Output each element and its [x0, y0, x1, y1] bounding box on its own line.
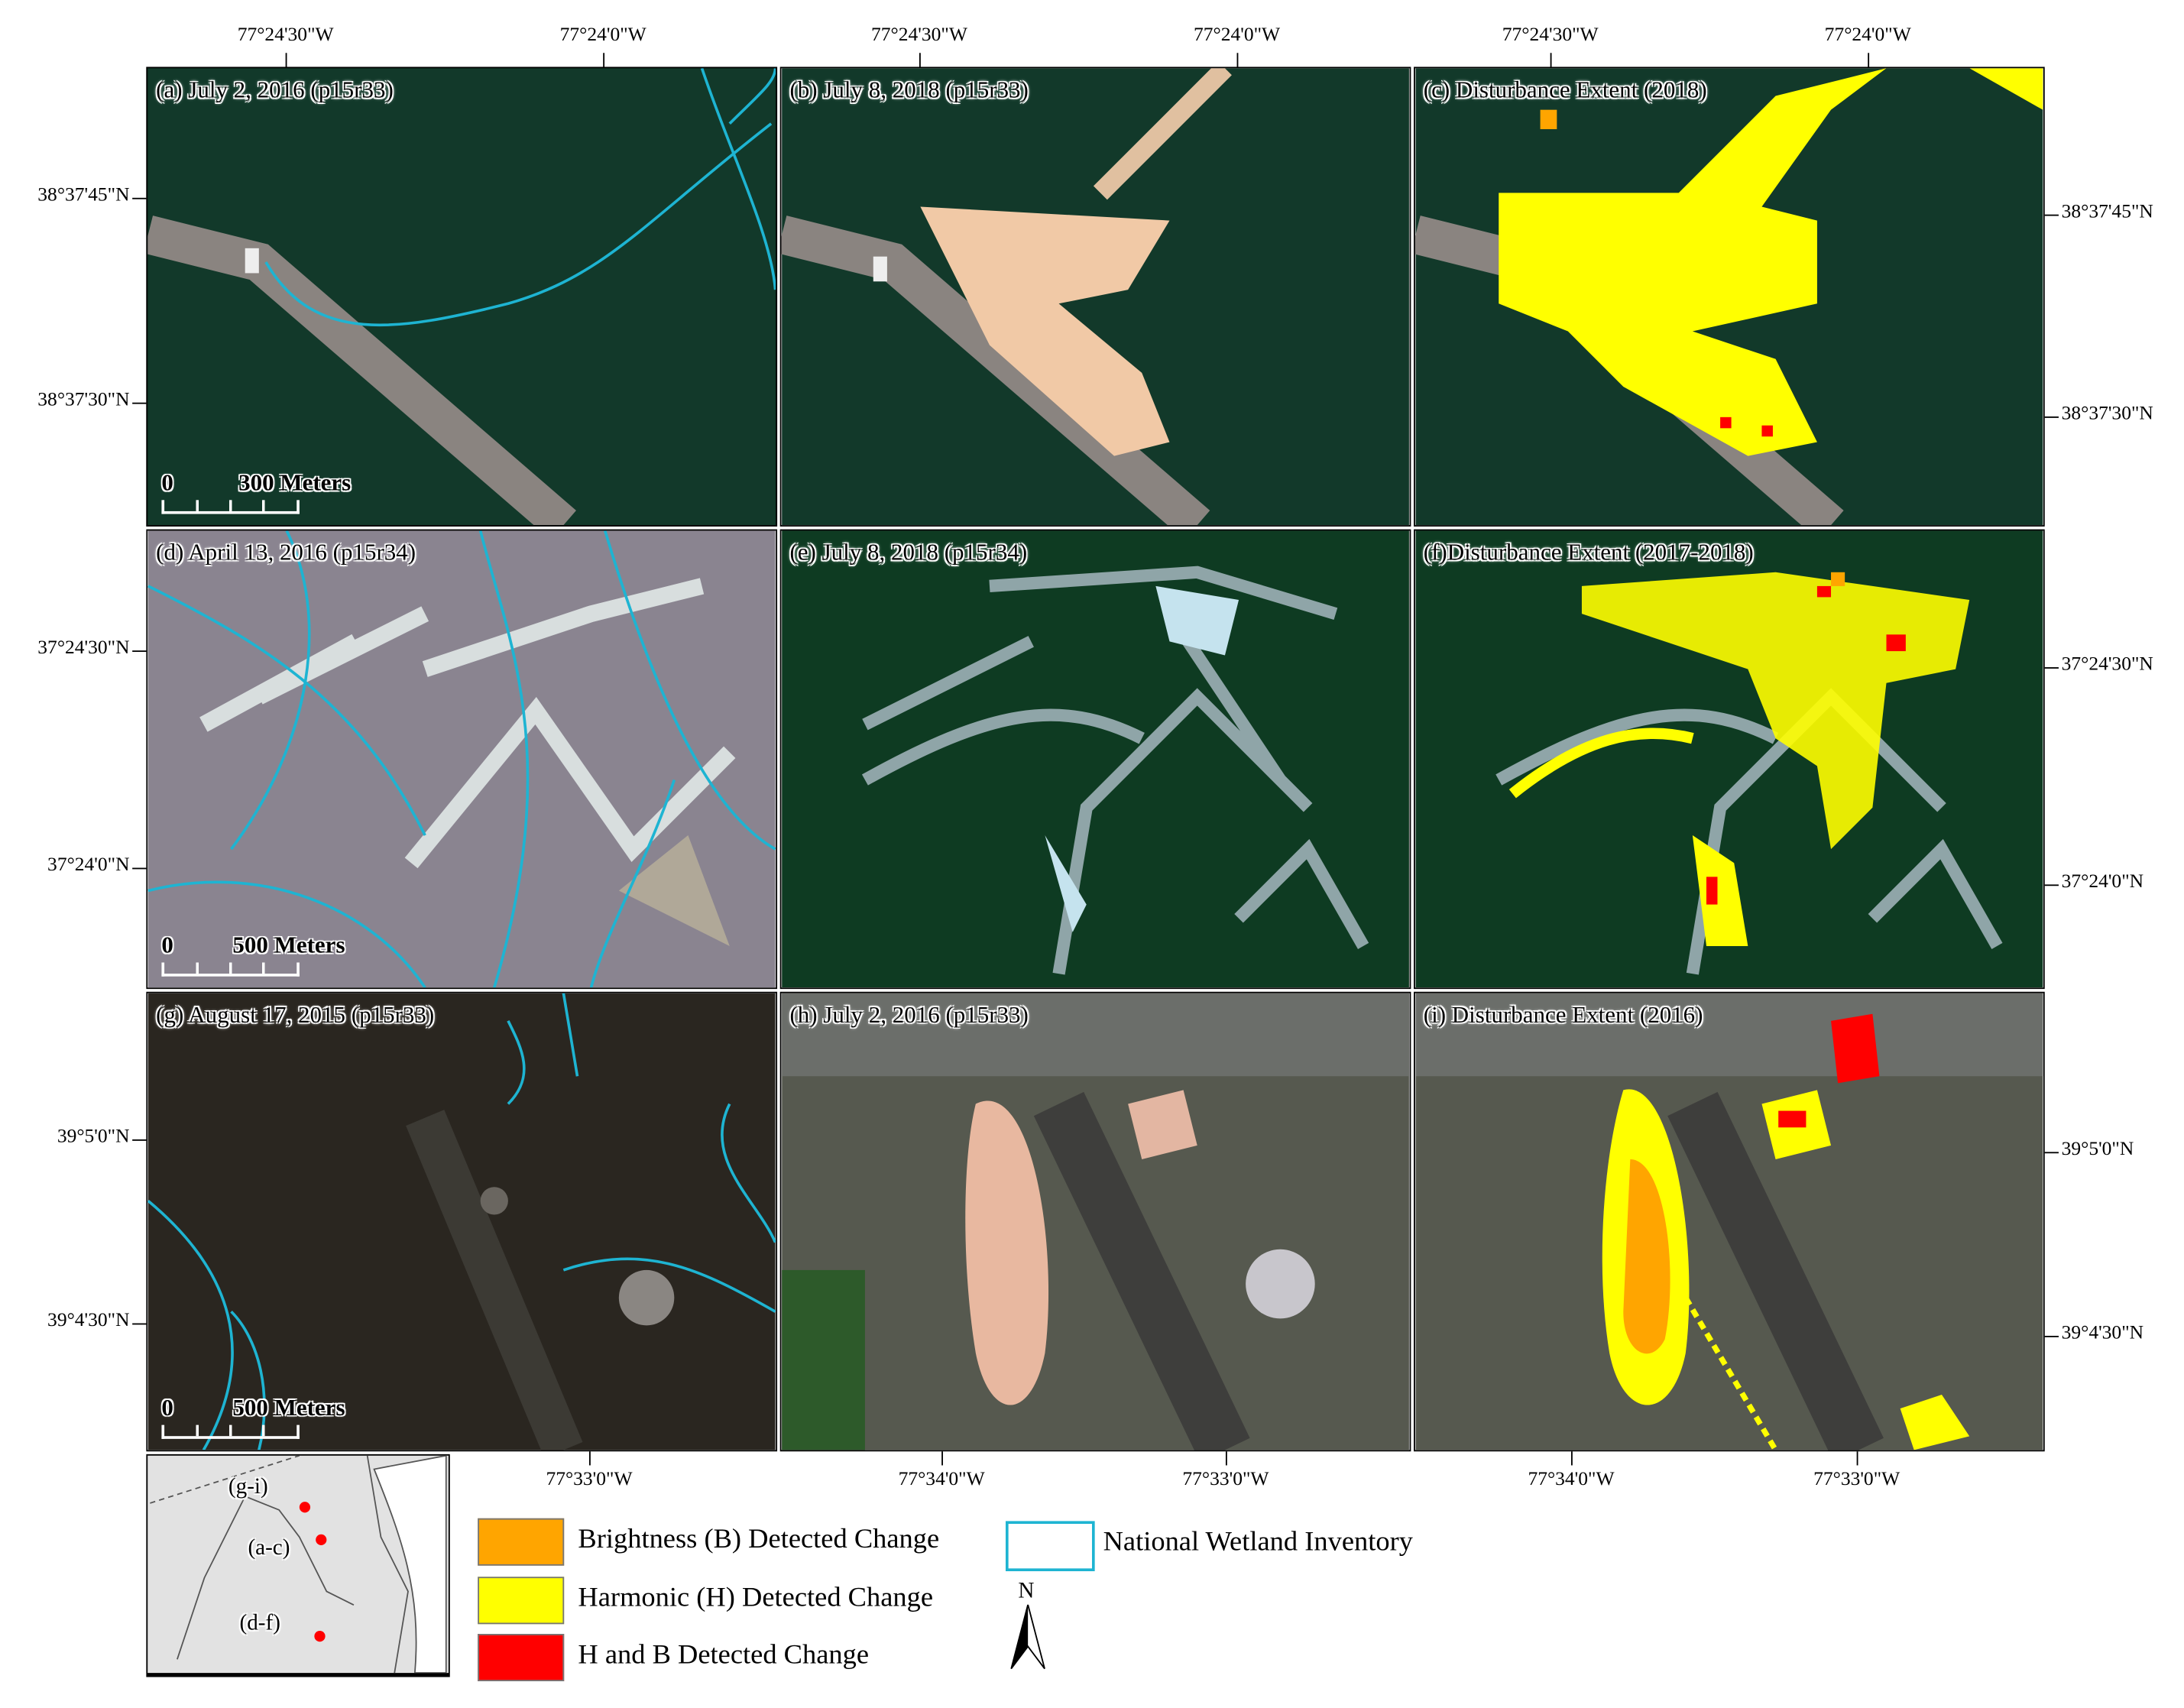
tick-mark: [589, 1451, 591, 1466]
scale-zero: 0: [161, 469, 173, 496]
tick-mark: [1571, 1451, 1573, 1466]
panel-label: (c) Disturbance Extent (2018): [1423, 76, 1707, 103]
locator-inset-map: (g-i) (a-c) (d-f): [146, 1454, 450, 1677]
legend-swatch-h-and-b: [478, 1634, 565, 1681]
tick-mark: [132, 197, 147, 199]
panel-label: (b) July 8, 2018 (p15r33): [789, 76, 1029, 103]
satellite-image-d: [147, 530, 776, 988]
panel-label: (a) July 2, 2016 (p15r33): [156, 76, 394, 103]
panel-label: (g) August 17, 2015 (p15r33): [156, 1001, 435, 1029]
panel-f: (f)Disturbance Extent (2017-2018): [1414, 529, 2045, 990]
panel-i: (i) Disturbance Extent (2016): [1414, 991, 2045, 1452]
tick-label-right: 39°5'0"N: [2061, 1139, 2134, 1161]
scale-label: 500 Meters: [232, 1394, 345, 1421]
tick-label-left: 37°24'0"N: [47, 855, 130, 877]
tick-label-bottom: 77°33'0"W: [1182, 1469, 1269, 1491]
panel-g: (g) August 17, 2015 (p15r33) 0 500 Meter…: [146, 991, 778, 1452]
tick-label-top: 77°24'30"W: [237, 24, 334, 47]
tick-mark: [2044, 416, 2059, 418]
tick-mark: [285, 53, 287, 67]
tick-mark: [2044, 667, 2059, 669]
panel-h: (h) July 2, 2016 (p15r33): [779, 991, 1411, 1452]
panel-label: (e) July 8, 2018 (p15r34): [789, 539, 1028, 566]
tick-label-left: 37°24'30"N: [37, 637, 130, 660]
legend-label-h-and-b: H and B Detected Change: [578, 1639, 870, 1671]
north-arrow: N: [1006, 1580, 1050, 1671]
inset-label-d-f: (d-f): [239, 1611, 280, 1635]
tick-label-bottom: 77°33'0"W: [1813, 1469, 1900, 1491]
panel-label: (f)Disturbance Extent (2017-2018): [1423, 539, 1754, 566]
legend-swatch-brightness: [478, 1518, 565, 1566]
tick-mark: [1225, 1451, 1227, 1466]
tick-mark: [919, 53, 921, 67]
tick-mark: [132, 1323, 147, 1325]
north-arrow-icon: [1010, 1604, 1045, 1670]
tick-label-top: 77°24'30"W: [871, 24, 967, 47]
tick-label-left: 39°5'0"N: [57, 1126, 130, 1148]
tick-label-right: 38°37'30"N: [2061, 404, 2153, 425]
tick-label-right: 37°24'30"N: [2061, 654, 2153, 676]
tick-mark: [2044, 214, 2059, 216]
scale-bar: 0 300 Meters: [161, 469, 351, 514]
tick-mark: [2044, 1152, 2059, 1154]
tick-label-right: 38°37'45"N: [2061, 202, 2153, 223]
scale-zero: 0: [161, 1394, 173, 1421]
inset-label-a-c: (a-c): [248, 1536, 290, 1561]
tick-label-right: 39°4'30"N: [2061, 1323, 2144, 1344]
legend-swatch-wetland: [1005, 1521, 1095, 1572]
tick-mark: [132, 867, 147, 870]
tick-mark: [132, 402, 147, 404]
legend-label-wetland: National Wetland Inventory: [1103, 1526, 1413, 1557]
tick-mark: [2044, 884, 2059, 886]
tick-mark: [132, 1139, 147, 1141]
inset-label-g-i: (g-i): [228, 1475, 268, 1499]
tick-mark: [1856, 1451, 1858, 1466]
satellite-image-e: [782, 530, 1409, 988]
scale-bar: 0 500 Meters: [161, 932, 345, 977]
satellite-image-h: [782, 993, 1409, 1450]
scale-bar: 0 500 Meters: [161, 1395, 345, 1439]
legend-swatch-harmonic: [478, 1577, 565, 1625]
tick-label-bottom: 77°34'0"W: [1528, 1469, 1615, 1491]
tick-label-bottom: 77°34'0"W: [898, 1469, 985, 1491]
scale-label: 300 Meters: [238, 469, 352, 496]
tick-mark: [603, 53, 605, 67]
disturbance-map-f: [1415, 530, 2043, 988]
tick-label-top: 77°24'0"W: [1824, 24, 1911, 47]
tick-label-bottom: 77°33'0"W: [546, 1469, 633, 1491]
tick-label-right: 37°24'0"N: [2061, 872, 2144, 893]
tick-label-left: 38°37'45"N: [37, 185, 130, 206]
tick-mark: [2044, 1335, 2059, 1337]
satellite-image-a: [147, 68, 776, 526]
disturbance-map-c: [1414, 68, 2043, 526]
legend-label-brightness: Brightness (B) Detected Change: [578, 1524, 940, 1555]
panel-b: (b) July 8, 2018 (p15r33): [779, 66, 1411, 527]
panel-label: (i) Disturbance Extent (2016): [1423, 1001, 1703, 1029]
legend-label-harmonic: Harmonic (H) Detected Change: [578, 1582, 934, 1613]
panel-d: (d) April 13, 2016 (p15r34) 0 500 Meters: [146, 529, 778, 990]
tick-label-left: 39°4'30"N: [47, 1311, 130, 1332]
tick-mark: [941, 1451, 943, 1466]
tick-label-top: 77°24'30"W: [1502, 24, 1599, 47]
panel-a: (a) July 2, 2016 (p15r33) 0 300 Meters: [146, 66, 778, 527]
scale-label: 500 Meters: [232, 932, 345, 959]
panel-e: (e) July 8, 2018 (p15r34): [779, 529, 1411, 990]
north-label: N: [1018, 1579, 1035, 1603]
tick-mark: [1236, 53, 1239, 67]
satellite-image-b: [781, 68, 1409, 526]
tick-label-left: 38°37'30"N: [37, 390, 130, 411]
tick-mark: [1550, 53, 1552, 67]
disturbance-map-i: [1415, 993, 2043, 1450]
satellite-image-g: [147, 993, 776, 1450]
tick-label-top: 77°24'0"W: [559, 24, 646, 47]
figure: (a) July 2, 2016 (p15r33) 0 300 Meters (…: [0, 0, 2184, 1708]
scale-zero: 0: [161, 932, 173, 959]
panel-label: (d) April 13, 2016 (p15r34): [156, 539, 416, 566]
inset-state-map: [150, 1455, 447, 1674]
tick-mark: [132, 650, 147, 653]
tick-label-top: 77°24'0"W: [1193, 24, 1281, 47]
panel-c: (c) Disturbance Extent (2018): [1414, 66, 2045, 527]
panel-label: (h) July 2, 2016 (p15r33): [789, 1001, 1029, 1029]
tick-mark: [1868, 53, 1870, 67]
